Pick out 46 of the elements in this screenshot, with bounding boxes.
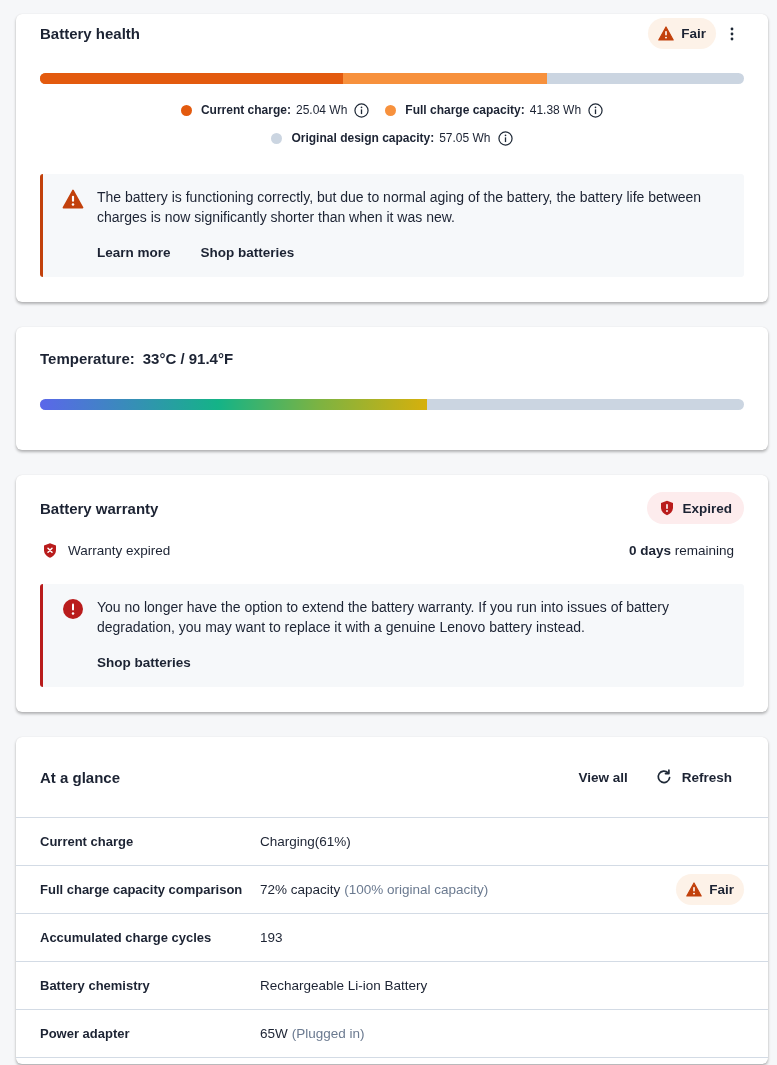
card-title: At a glance <box>40 768 121 786</box>
temperature-value: 33°C / 91.4°F <box>142 349 234 369</box>
row-value: 72% capacity <box>260 882 341 897</box>
status-text: Fair <box>681 26 706 41</box>
error-icon <box>63 599 83 619</box>
alert-link[interactable]: Shop batteries <box>97 653 191 673</box>
status-text: Fair <box>709 882 734 897</box>
row-value: Charging(61%) <box>260 834 351 849</box>
alert-message: You no longer have the option to extend the battery warranty. If you run into issues of battery degradation, you may want to replace it with a genuine Lenovo battery instead. <box>97 598 671 637</box>
card-title: Battery warranty <box>40 499 159 517</box>
refresh-button[interactable]: Refresh <box>655 769 732 785</box>
temperature-label: Temperature: <box>40 349 135 369</box>
row-note: (100% original capacity) <box>344 882 489 897</box>
warning-icon <box>62 189 84 209</box>
alert-message: The battery is functioning correctly, but due to normal aging of the battery, the battery life between charges is now significantly shorter than when it was new. <box>97 188 703 227</box>
warning-icon <box>658 26 675 41</box>
legend-label: Current charge: <box>200 103 291 117</box>
view-all-link[interactable]: View all <box>578 769 628 785</box>
row-note: (Plugged in) <box>291 1026 365 1041</box>
shield-x-icon <box>42 541 58 559</box>
more-options-icon[interactable] <box>730 26 734 41</box>
legend-label: Original design capacity: <box>291 131 435 145</box>
row-value: 193 <box>260 930 283 945</box>
status-text: Expired <box>682 500 732 516</box>
row-value: 65W <box>260 1026 288 1041</box>
info-icon[interactable] <box>497 130 513 146</box>
alert-link[interactable]: Shop batteries <box>200 243 295 263</box>
warning-icon <box>686 882 703 897</box>
row-label: Power adapter <box>40 1026 131 1041</box>
warranty-status: Warranty expired <box>68 542 171 558</box>
shield-alert-icon <box>659 500 676 516</box>
card-title: Battery health <box>40 25 141 42</box>
row-label: Battery chemistry <box>40 978 151 993</box>
legend-value: 41.38 Wh <box>529 103 582 117</box>
legend-label: Full charge capacity: <box>405 103 525 117</box>
legend-value: 57.05 Wh <box>439 131 491 145</box>
info-icon[interactable] <box>354 102 370 118</box>
refresh-icon <box>655 769 672 785</box>
row-value: Rechargeable Li-ion Battery <box>260 978 428 993</box>
info-icon[interactable] <box>588 102 604 118</box>
row-label: Full charge capacity comparison <box>40 882 244 897</box>
days-remaining: 0 days remaining <box>628 542 734 558</box>
row-label: Current charge <box>40 834 135 849</box>
alert-link[interactable]: Learn more <box>97 243 171 263</box>
row-label: Accumulated charge cycles <box>40 930 213 945</box>
legend-value: 25.04 Wh <box>295 103 348 117</box>
